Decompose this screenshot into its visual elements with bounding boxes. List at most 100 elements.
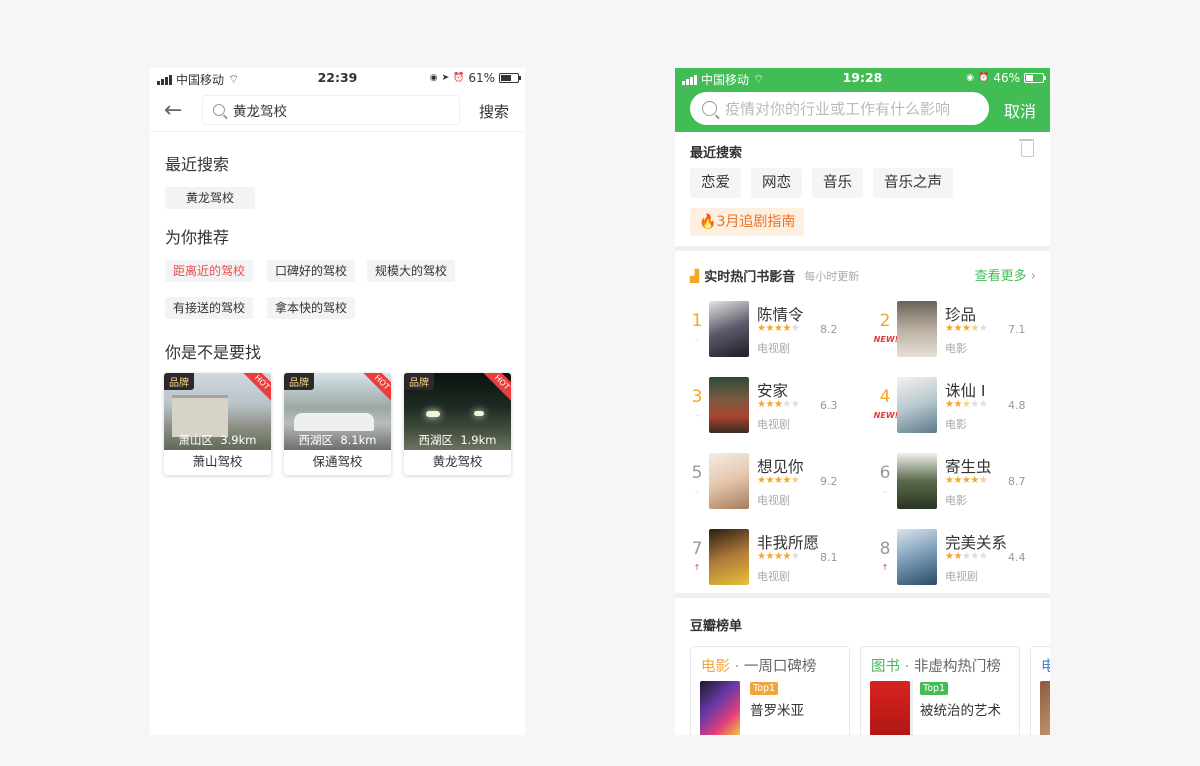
status-bar: 中国移动 ⌔ 19:28 ◉ ⏰ 46% (675, 68, 1050, 88)
school-card-xiaoshan[interactable]: 品牌 HOT 萧山区 3.9km 萧山驾校 (164, 373, 271, 475)
battery-percent: 61% (468, 71, 495, 85)
poster (897, 301, 937, 357)
hot-title: ▟ 实时热门书影音 每小时更新 (690, 268, 860, 286)
rank-number: 3 (691, 387, 703, 407)
lock-rotation-icon: ◉ (966, 73, 975, 83)
rank-change: – (695, 487, 699, 496)
lock-rotation-icon: ◉ (429, 73, 438, 83)
battery-icon (499, 73, 521, 83)
rating-score: 4.8 (1008, 399, 1026, 412)
charts-title: 豆瓣榜单 (690, 619, 743, 634)
recommend-tag[interactable]: 规模大的驾校 (367, 260, 456, 282)
hot-item[interactable]: 8 ↑ 完美关系 ★★★★★ 4.4 电视剧 (878, 529, 1050, 589)
search-query: 黄龙驾校 (233, 104, 287, 120)
item-title: 安家 (757, 382, 789, 400)
location-info: 萧山区 3.9km (178, 433, 257, 447)
rank-number: 5 (691, 463, 703, 483)
recent-search-title: 最近搜索 (690, 146, 743, 161)
rank-number: 2 (879, 311, 891, 331)
search-header: ← 黄龙驾校 搜索 (150, 93, 525, 131)
item-title: 非我所愿 (757, 534, 820, 552)
building-shape (172, 395, 228, 437)
rating-score: 4.4 (1008, 551, 1026, 564)
search-button[interactable]: 搜索 (479, 101, 509, 122)
chart-top-title: 被统治的艺术 (920, 703, 1001, 719)
item-type: 电视剧 (757, 494, 790, 507)
rating-stars-icon: ★★★★★ (945, 475, 988, 486)
school-name: 黄龙驾校 (432, 454, 483, 469)
chart-card-book[interactable]: 图书 · 非虚构热门榜 Top1 被统治的艺术 (860, 646, 1020, 735)
item-type: 电影 (945, 342, 967, 355)
school-card-baotong[interactable]: 品牌 HOT 西湖区 8.1km 保通驾校 (284, 373, 391, 475)
recent-search-section: 最近搜索 恋爱 网恋 音乐 音乐之声 🔥3月追剧指南 (675, 132, 1050, 246)
item-type: 电视剧 (757, 570, 790, 583)
book-cover (870, 681, 910, 735)
school-name: 萧山驾校 (192, 454, 243, 469)
brand-badge: 品牌 (404, 373, 434, 390)
recommend-tag[interactable]: 距离近的驾校 (165, 260, 254, 282)
brand-badge: 品牌 (284, 373, 314, 390)
hot-item[interactable]: 5 – 想见你 ★★★★★ 9.2 电视剧 (690, 453, 870, 513)
douban-charts-section: 豆瓣榜单 电影 · 一周口碑榜 Top1 普罗米亚 图书 · 非虚构热门榜 To… (675, 598, 1050, 735)
back-arrow-icon[interactable]: ← (164, 100, 182, 122)
recent-tag[interactable]: 黄龙驾校 (165, 187, 256, 209)
item-type: 电视剧 (757, 418, 790, 431)
hot-item[interactable]: 3 – 安家 ★★★★★ 6.3 电视剧 (690, 377, 870, 437)
car-shape (294, 413, 374, 431)
rank-change: ↑ (881, 563, 889, 572)
rank-chart-icon: ▟ (690, 268, 700, 283)
hot-item[interactable]: 7 ↑ 非我所愿 ★★★★★ 8.1 电视剧 (690, 529, 870, 589)
rank-change: ↑ (693, 563, 701, 572)
drama-guide-button[interactable]: 🔥3月追剧指南 (690, 208, 805, 236)
rating-score: 6.3 (820, 399, 838, 412)
rank-number: 1 (691, 311, 703, 331)
recommend-title: 为你推荐 (165, 228, 230, 247)
hot-section: ▟ 实时热门书影音 每小时更新 查看更多 › 1– 陈情令 ★★★★★ 8.2 电视剧 2 NE… (675, 251, 1050, 593)
search-input[interactable]: 黄龙驾校 (202, 95, 460, 125)
school-name: 保通驾校 (312, 454, 363, 469)
school-photo: 品牌 HOT 西湖区 8.1km (284, 373, 391, 450)
item-type: 电影 (945, 418, 967, 431)
recent-tag[interactable]: 音乐 (812, 168, 863, 198)
trash-icon[interactable] (1019, 139, 1034, 157)
suggest-title: 你是不是要找 (165, 343, 262, 362)
rating-score: 9.2 (820, 475, 838, 488)
hot-item[interactable]: 2 NEW! 珍品 ★★★★★ 7.1 电影 (874, 301, 1050, 361)
search-icon (213, 104, 225, 116)
hot-subtitle: 每小时更新 (804, 269, 860, 283)
location-info: 西湖区 8.1km (298, 433, 377, 447)
school-card-huanglong[interactable]: 品牌 HOT 西湖区 1.9km 黄龙驾校 (404, 373, 511, 475)
item-type: 电视剧 (757, 342, 790, 355)
recent-tag[interactable]: 恋爱 (690, 168, 741, 198)
fire-icon: 🔥 (699, 214, 717, 230)
item-title: 完美关系 (945, 534, 1008, 552)
rating-stars-icon: ★★★★★ (757, 323, 800, 334)
divider (150, 131, 525, 132)
recommend-tag[interactable]: 口碑好的驾校 (267, 260, 356, 282)
top1-badge: Top1 (750, 682, 779, 695)
hot-item[interactable]: 4 NEW! 诛仙 I ★★★★★ 4.8 电影 (874, 377, 1050, 437)
hot-item[interactable]: 6 – 寄生虫 ★★★★★ 8.7 电影 (878, 453, 1050, 513)
recommend-tag[interactable]: 拿本快的驾校 (267, 297, 356, 319)
item-title: 珍品 (945, 306, 977, 324)
chart-card-movie[interactable]: 电影 · 一周口碑榜 Top1 普罗米亚 (690, 646, 850, 735)
rank-change: – (883, 487, 887, 496)
top1-badge: Top1 (920, 682, 949, 695)
poster (709, 377, 749, 433)
poster (897, 529, 937, 585)
poster (709, 529, 749, 585)
rank-change: – (695, 335, 699, 344)
recommend-tag[interactable]: 有接送的驾校 (165, 297, 254, 319)
item-type: 电视剧 (945, 570, 978, 583)
left-phone-screen: 中国移动 ⌔ 22:39 ◉ ➤ ⏰ 61% ← 黄龙驾校 搜索 最近搜索 黄龙驾校 为… (150, 68, 525, 735)
rating-stars-icon: ★★★★★ (757, 475, 800, 486)
cancel-button[interactable]: 取消 (1004, 98, 1036, 122)
recent-tag[interactable]: 音乐之声 (873, 168, 953, 198)
search-icon (702, 101, 717, 116)
view-more-link[interactable]: 查看更多 › (975, 265, 1036, 284)
chart-card-tv[interactable]: 电 (1030, 646, 1050, 735)
hot-item[interactable]: 1 – 陈情令 ★★★★★ 8.2 电视剧 (690, 301, 870, 361)
search-input[interactable]: 疫情对你的行业或工作有什么影响 (690, 92, 989, 125)
location-icon: ➤ (441, 73, 450, 83)
recent-tag[interactable]: 网恋 (751, 168, 802, 198)
